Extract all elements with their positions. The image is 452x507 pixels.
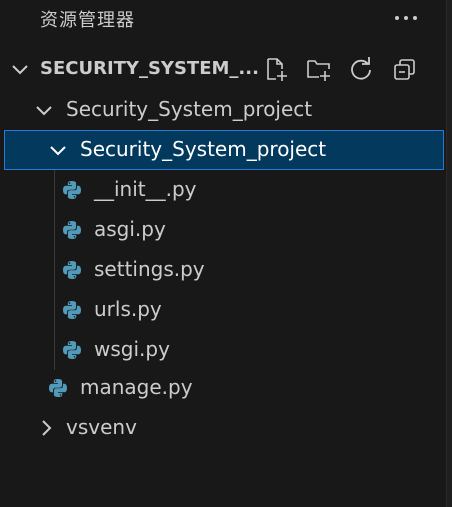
python-file-icon xyxy=(63,221,81,239)
tree-file-urls[interactable]: urls.py xyxy=(0,290,446,330)
tree-file-wsgi[interactable]: wsgi.py xyxy=(0,330,446,370)
python-file-icon xyxy=(63,301,81,319)
tree-folder-vsvenv[interactable]: vsvenv xyxy=(0,408,446,448)
folder-label: Security_System_project xyxy=(66,97,313,121)
tree-folder-outer[interactable]: Security_System_project xyxy=(0,90,446,130)
chevron-right-icon[interactable] xyxy=(36,418,56,438)
tree-folder-inner[interactable]: Security_System_project xyxy=(4,130,444,170)
python-file-icon xyxy=(49,379,67,397)
explorer-header: 资源管理器 xyxy=(0,0,446,38)
tree-file-manage[interactable]: manage.py xyxy=(0,368,446,408)
chevron-down-icon[interactable] xyxy=(48,140,68,160)
chevron-down-icon[interactable] xyxy=(34,100,54,120)
panel-border xyxy=(446,0,452,507)
new-folder-icon[interactable] xyxy=(304,54,334,84)
python-file-icon xyxy=(63,341,81,359)
explorer-panel: 资源管理器 SECURITY_SYSTEM_... Security_Syste… xyxy=(0,0,446,507)
chevron-down-icon[interactable] xyxy=(10,59,30,79)
tree-file-init[interactable]: __init__.py xyxy=(0,170,446,210)
file-label: wsgi.py xyxy=(94,337,170,361)
workspace-title: SECURITY_SYSTEM_... xyxy=(40,58,259,79)
refresh-icon[interactable] xyxy=(346,54,376,84)
tree-file-asgi[interactable]: asgi.py xyxy=(0,210,446,250)
file-label: asgi.py xyxy=(94,217,166,241)
folder-label: vsvenv xyxy=(66,415,137,439)
more-actions-icon[interactable] xyxy=(390,6,422,30)
file-label: settings.py xyxy=(94,257,205,281)
new-file-icon[interactable] xyxy=(261,54,291,84)
explorer-title: 资源管理器 xyxy=(40,10,135,31)
file-label: manage.py xyxy=(80,375,193,399)
tree-file-settings[interactable]: settings.py xyxy=(0,250,446,290)
file-label: urls.py xyxy=(94,297,162,321)
workspace-section-header[interactable]: SECURITY_SYSTEM_... xyxy=(0,48,446,90)
collapse-all-icon[interactable] xyxy=(390,54,420,84)
python-file-icon xyxy=(63,261,81,279)
file-label: __init__.py xyxy=(94,177,197,201)
python-file-icon xyxy=(63,181,81,199)
folder-label: Security_System_project xyxy=(80,137,327,161)
